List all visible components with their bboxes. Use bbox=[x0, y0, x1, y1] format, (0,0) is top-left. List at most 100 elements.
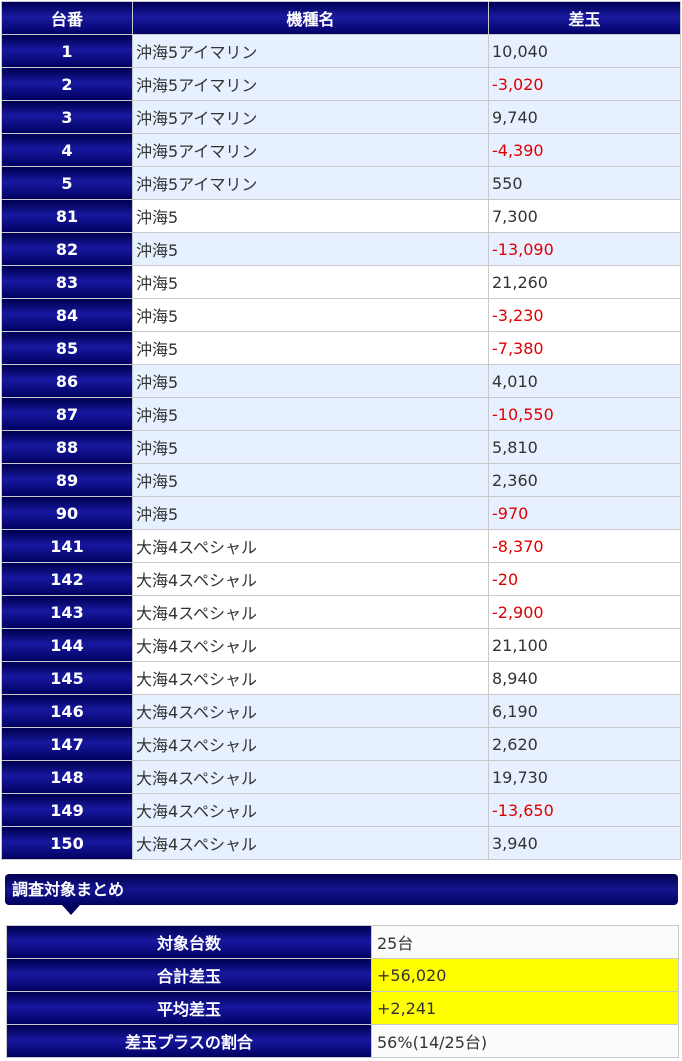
ball-difference-cell: 21,260 bbox=[488, 265, 681, 299]
table-row: 143 大海4スペシャル -2,900 bbox=[1, 595, 681, 629]
table-row: 145 大海4スペシャル 8,940 bbox=[1, 661, 681, 695]
table-row: 148 大海4スペシャル 19,730 bbox=[1, 760, 681, 794]
table-row: 89 沖海5 2,360 bbox=[1, 463, 681, 497]
summary-row: 合計差玉 +56,020 bbox=[6, 958, 679, 992]
machine-number-cell: 149 bbox=[1, 793, 133, 827]
summary-title: 調査対象まとめ bbox=[12, 880, 125, 899]
model-name-cell: 沖海5アイマリン bbox=[132, 133, 489, 167]
summary-row: 差玉プラスの割合 56%(14/25台) bbox=[6, 1024, 679, 1058]
model-name-cell: 沖海5 bbox=[132, 199, 489, 233]
ball-difference-cell: -3,020 bbox=[488, 67, 681, 101]
ball-difference-cell: 5,810 bbox=[488, 430, 681, 464]
header-ball-difference: 差玉 bbox=[488, 1, 681, 35]
summary-label: 平均差玉 bbox=[6, 991, 372, 1025]
model-name-cell: 沖海5アイマリン bbox=[132, 67, 489, 101]
machine-number-cell: 85 bbox=[1, 331, 133, 365]
ball-difference-cell: -970 bbox=[488, 496, 681, 530]
machine-number-cell: 81 bbox=[1, 199, 133, 233]
model-name-cell: 沖海5アイマリン bbox=[132, 166, 489, 200]
ball-difference-cell: 2,360 bbox=[488, 463, 681, 497]
table-row: 150 大海4スペシャル 3,940 bbox=[1, 826, 681, 860]
table-row: 4 沖海5アイマリン -4,390 bbox=[1, 133, 681, 167]
ball-difference-cell: -13,090 bbox=[488, 232, 681, 266]
machine-number-cell: 4 bbox=[1, 133, 133, 167]
summary-row: 対象台数 25台 bbox=[6, 925, 679, 959]
ball-difference-cell: 21,100 bbox=[488, 628, 681, 662]
table-row: 144 大海4スペシャル 21,100 bbox=[1, 628, 681, 662]
table-row: 141 大海4スペシャル -8,370 bbox=[1, 529, 681, 563]
model-name-cell: 沖海5 bbox=[132, 430, 489, 464]
table-row: 1 沖海5アイマリン 10,040 bbox=[1, 34, 681, 68]
model-name-cell: 大海4スペシャル bbox=[132, 628, 489, 662]
table-row: 5 沖海5アイマリン 550 bbox=[1, 166, 681, 200]
machine-number-cell: 5 bbox=[1, 166, 133, 200]
ball-difference-cell: -10,550 bbox=[488, 397, 681, 431]
model-name-cell: 沖海5 bbox=[132, 265, 489, 299]
summary-row: 平均差玉 +2,241 bbox=[6, 991, 679, 1025]
machine-number-cell: 146 bbox=[1, 694, 133, 728]
table-row: 149 大海4スペシャル -13,650 bbox=[1, 793, 681, 827]
table-row: 90 沖海5 -970 bbox=[1, 496, 681, 530]
ball-difference-cell: 550 bbox=[488, 166, 681, 200]
table-row: 147 大海4スペシャル 2,620 bbox=[1, 727, 681, 761]
ball-difference-cell: -13,650 bbox=[488, 793, 681, 827]
model-name-cell: 沖海5アイマリン bbox=[132, 34, 489, 68]
ball-difference-cell: 6,190 bbox=[488, 694, 681, 728]
ball-difference-cell: 4,010 bbox=[488, 364, 681, 398]
machine-number-cell: 87 bbox=[1, 397, 133, 431]
table-row: 81 沖海5 7,300 bbox=[1, 199, 681, 233]
model-name-cell: 大海4スペシャル bbox=[132, 826, 489, 860]
machine-number-cell: 148 bbox=[1, 760, 133, 794]
machine-number-cell: 1 bbox=[1, 34, 133, 68]
ball-difference-cell: 10,040 bbox=[488, 34, 681, 68]
header-model-name: 機種名 bbox=[132, 1, 489, 35]
table-row: 88 沖海5 5,810 bbox=[1, 430, 681, 464]
machine-number-cell: 3 bbox=[1, 100, 133, 134]
table-row: 85 沖海5 -7,380 bbox=[1, 331, 681, 365]
model-name-cell: 沖海5 bbox=[132, 397, 489, 431]
machine-number-cell: 143 bbox=[1, 595, 133, 629]
summary-label: 対象台数 bbox=[6, 925, 372, 959]
machine-number-cell: 84 bbox=[1, 298, 133, 332]
ball-difference-cell: -2,900 bbox=[488, 595, 681, 629]
ball-difference-cell: 8,940 bbox=[488, 661, 681, 695]
table-row: 86 沖海5 4,010 bbox=[1, 364, 681, 398]
model-name-cell: 沖海5 bbox=[132, 298, 489, 332]
machine-number-cell: 141 bbox=[1, 529, 133, 563]
model-name-cell: 沖海5 bbox=[132, 496, 489, 530]
machine-number-cell: 142 bbox=[1, 562, 133, 596]
machine-number-cell: 86 bbox=[1, 364, 133, 398]
model-name-cell: 大海4スペシャル bbox=[132, 661, 489, 695]
machine-number-cell: 147 bbox=[1, 727, 133, 761]
ball-difference-cell: -8,370 bbox=[488, 529, 681, 563]
table-row: 82 沖海5 -13,090 bbox=[1, 232, 681, 266]
ball-difference-cell: -4,390 bbox=[488, 133, 681, 167]
machine-number-cell: 89 bbox=[1, 463, 133, 497]
summary-value: 56%(14/25台) bbox=[371, 1024, 679, 1058]
summary-value: +56,020 bbox=[371, 958, 679, 992]
model-name-cell: 大海4スペシャル bbox=[132, 760, 489, 794]
machine-diff-table: 台番 機種名 差玉 1 沖海5アイマリン 10,040 2 沖海5アイマリン -3,020… bbox=[1, 1, 681, 860]
table-row: 87 沖海5 -10,550 bbox=[1, 397, 681, 431]
model-name-cell: 沖海5 bbox=[132, 331, 489, 365]
model-name-cell: 大海4スペシャル bbox=[132, 694, 489, 728]
summary-title-bar: 調査対象まとめ bbox=[5, 874, 678, 905]
machine-number-cell: 144 bbox=[1, 628, 133, 662]
ball-difference-cell: 3,940 bbox=[488, 826, 681, 860]
model-name-cell: 沖海5 bbox=[132, 364, 489, 398]
model-name-cell: 大海4スペシャル bbox=[132, 595, 489, 629]
table-header-row: 台番 機種名 差玉 bbox=[1, 1, 681, 35]
machine-number-cell: 83 bbox=[1, 265, 133, 299]
ball-difference-cell: 7,300 bbox=[488, 199, 681, 233]
table-row: 83 沖海5 21,260 bbox=[1, 265, 681, 299]
summary-label: 差玉プラスの割合 bbox=[6, 1024, 372, 1058]
table-row: 84 沖海5 -3,230 bbox=[1, 298, 681, 332]
table-row: 2 沖海5アイマリン -3,020 bbox=[1, 67, 681, 101]
machine-number-cell: 150 bbox=[1, 826, 133, 860]
summary-value: 25台 bbox=[371, 925, 679, 959]
model-name-cell: 大海4スペシャル bbox=[132, 727, 489, 761]
ball-difference-cell: -7,380 bbox=[488, 331, 681, 365]
machine-number-cell: 2 bbox=[1, 67, 133, 101]
model-name-cell: 大海4スペシャル bbox=[132, 793, 489, 827]
summary-label: 合計差玉 bbox=[6, 958, 372, 992]
